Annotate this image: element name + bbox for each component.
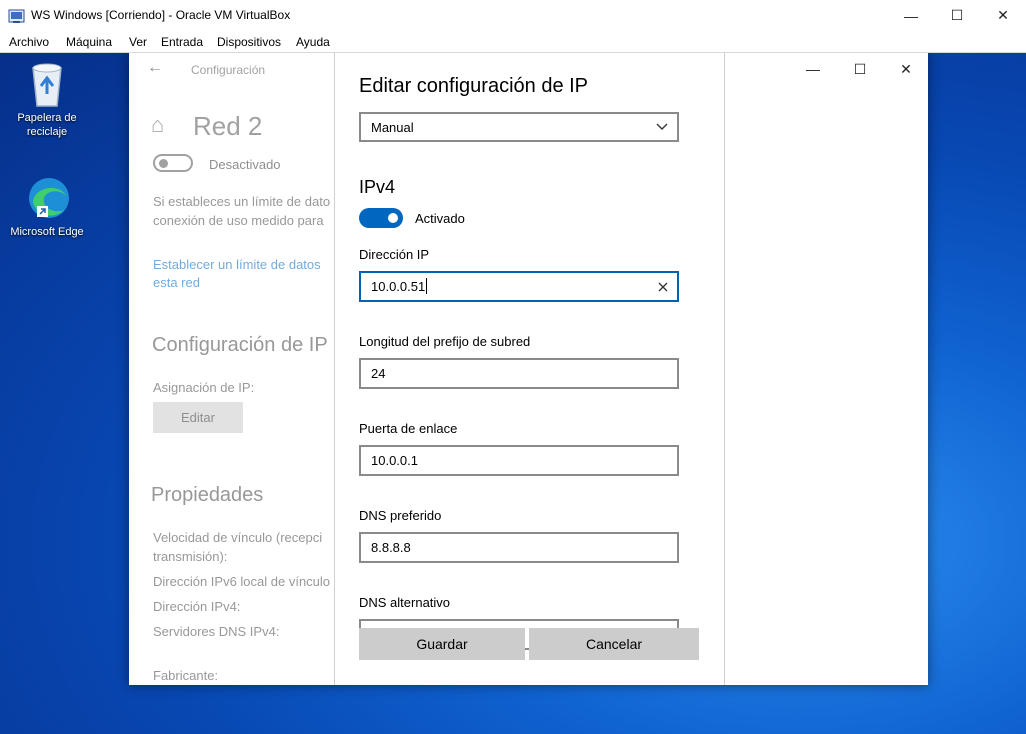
settings-maximize-button[interactable]: ☐ [845, 61, 875, 77]
desktop-icon-recycle-bin[interactable]: Papelera de reciclaje [7, 60, 87, 139]
close-button[interactable]: ✕ [980, 0, 1026, 31]
subnet-prefix-label: Longitud del prefijo de subred [359, 334, 531, 349]
menu-entrada[interactable]: Entrada [161, 35, 203, 49]
gateway-label: Puerta de enlace [359, 421, 458, 436]
network-name: Red 2 [193, 111, 263, 141]
ip-mode-value: Manual [371, 120, 414, 135]
guest-desktop: Papelera de reciclaje Microsoft Edge — ☐… [0, 53, 1026, 734]
menu-ayuda[interactable]: Ayuda [296, 35, 330, 49]
metered-toggle[interactable] [153, 154, 193, 172]
property-ipv6: Dirección IPv6 local de vínculo [153, 574, 331, 589]
ip-address-label: Dirección IP [359, 247, 430, 262]
cancel-button[interactable]: Cancelar [529, 628, 699, 660]
save-button[interactable]: Guardar [359, 628, 525, 660]
dialog-title: Editar configuración de IP [359, 75, 589, 97]
ip-address-value: 10.0.0.51 [371, 278, 428, 295]
close-icon: ✕ [997, 7, 1009, 23]
subnet-prefix-value: 24 [371, 366, 386, 381]
ip-address-input[interactable]: 10.0.0.51 [359, 271, 679, 302]
properties-heading: Propiedades [151, 484, 264, 506]
breadcrumb: Configuración [191, 63, 266, 77]
ip-assignment-label: Asignación de IP: [153, 380, 255, 395]
ipv4-toggle[interactable] [359, 208, 403, 228]
dns-preferred-input[interactable]: 8.8.8.8 [359, 532, 679, 563]
property-link-speed: Velocidad de vínculo (recepci [153, 530, 323, 545]
clear-icon[interactable] [658, 282, 668, 292]
virtualbox-icon [8, 9, 25, 23]
property-manufacturer: Fabricante: [153, 668, 219, 683]
edit-ip-button-label: Editar [181, 410, 215, 425]
dns-preferred-label: DNS preferido [359, 508, 442, 523]
settings-minimize-button[interactable]: — [798, 61, 828, 77]
recycle-bin-icon [32, 63, 62, 107]
save-button-label: Guardar [416, 636, 468, 652]
subnet-prefix-input[interactable]: 24 [359, 358, 679, 389]
data-limit-link-line1[interactable]: Establecer un límite de datos [153, 257, 321, 272]
dns-alternate-label: DNS alternativo [359, 595, 451, 610]
property-ipv4: Dirección IPv4: [153, 599, 241, 614]
back-icon[interactable]: ← [147, 59, 163, 77]
metered-description-line2: conexión de uso medido para [153, 213, 324, 228]
property-link-speed-cont: transmisión): [153, 549, 228, 564]
vbox-window-title: WS Windows [Corriendo] - Oracle VM Virtu… [31, 8, 291, 22]
dns-preferred-value: 8.8.8.8 [371, 540, 411, 555]
cancel-button-label: Cancelar [585, 636, 643, 652]
metered-description-line1: Si estableces un límite de dato [153, 194, 331, 209]
menu-ver[interactable]: Ver [129, 35, 147, 49]
desktop-icon-edge[interactable]: Microsoft Edge [7, 174, 87, 239]
edge-label: Microsoft Edge [10, 226, 84, 238]
metered-toggle-label: Desactivado [209, 157, 281, 172]
ipv4-toggle-label: Activado [415, 211, 465, 226]
settings-window: — ☐ ✕ ← Configuración ⌂ Red 2 Desactivad… [129, 53, 928, 685]
maximize-icon: ☐ [853, 61, 867, 77]
gateway-input[interactable]: 10.0.0.1 [359, 445, 679, 476]
vbox-menubar: Archivo Máquina Ver Entrada Dispositivos… [0, 31, 1026, 52]
settings-close-button[interactable]: ✕ [891, 61, 921, 77]
home-icon: ⌂ [151, 112, 165, 137]
edit-ip-button[interactable]: Editar [153, 402, 243, 433]
minimize-button[interactable]: — [888, 0, 934, 31]
ip-mode-select[interactable]: Manual [359, 112, 679, 142]
ipv4-heading: IPv4 [359, 177, 396, 197]
edge-icon [29, 178, 69, 218]
ip-settings-heading: Configuración de IP [152, 334, 328, 356]
vbox-titlebar: WS Windows [Corriendo] - Oracle VM Virtu… [0, 0, 1026, 31]
data-limit-link-line2[interactable]: esta red [153, 275, 200, 290]
menu-archivo[interactable]: Archivo [9, 35, 49, 49]
recycle-bin-label-line2: reciclaje [26, 126, 68, 138]
minimize-icon: — [904, 7, 918, 24]
edit-ip-dialog: Editar configuración de IP Manual IPv4 A… [334, 53, 725, 685]
menu-dispositivos[interactable]: Dispositivos [217, 35, 281, 49]
gateway-value: 10.0.0.1 [371, 453, 418, 468]
recycle-bin-label-line1: Papelera de [17, 112, 77, 124]
chevron-down-icon [656, 123, 668, 130]
network-settings-page: ← Configuración ⌂ Red 2 Desactivado Si e… [129, 53, 335, 685]
maximize-button[interactable]: ☐ [934, 0, 980, 31]
close-icon: ✕ [900, 61, 912, 77]
property-dns: Servidores DNS IPv4: [153, 624, 280, 639]
menu-maquina[interactable]: Máquina [66, 35, 112, 49]
maximize-icon: ☐ [950, 7, 964, 23]
minimize-icon: — [806, 61, 820, 77]
